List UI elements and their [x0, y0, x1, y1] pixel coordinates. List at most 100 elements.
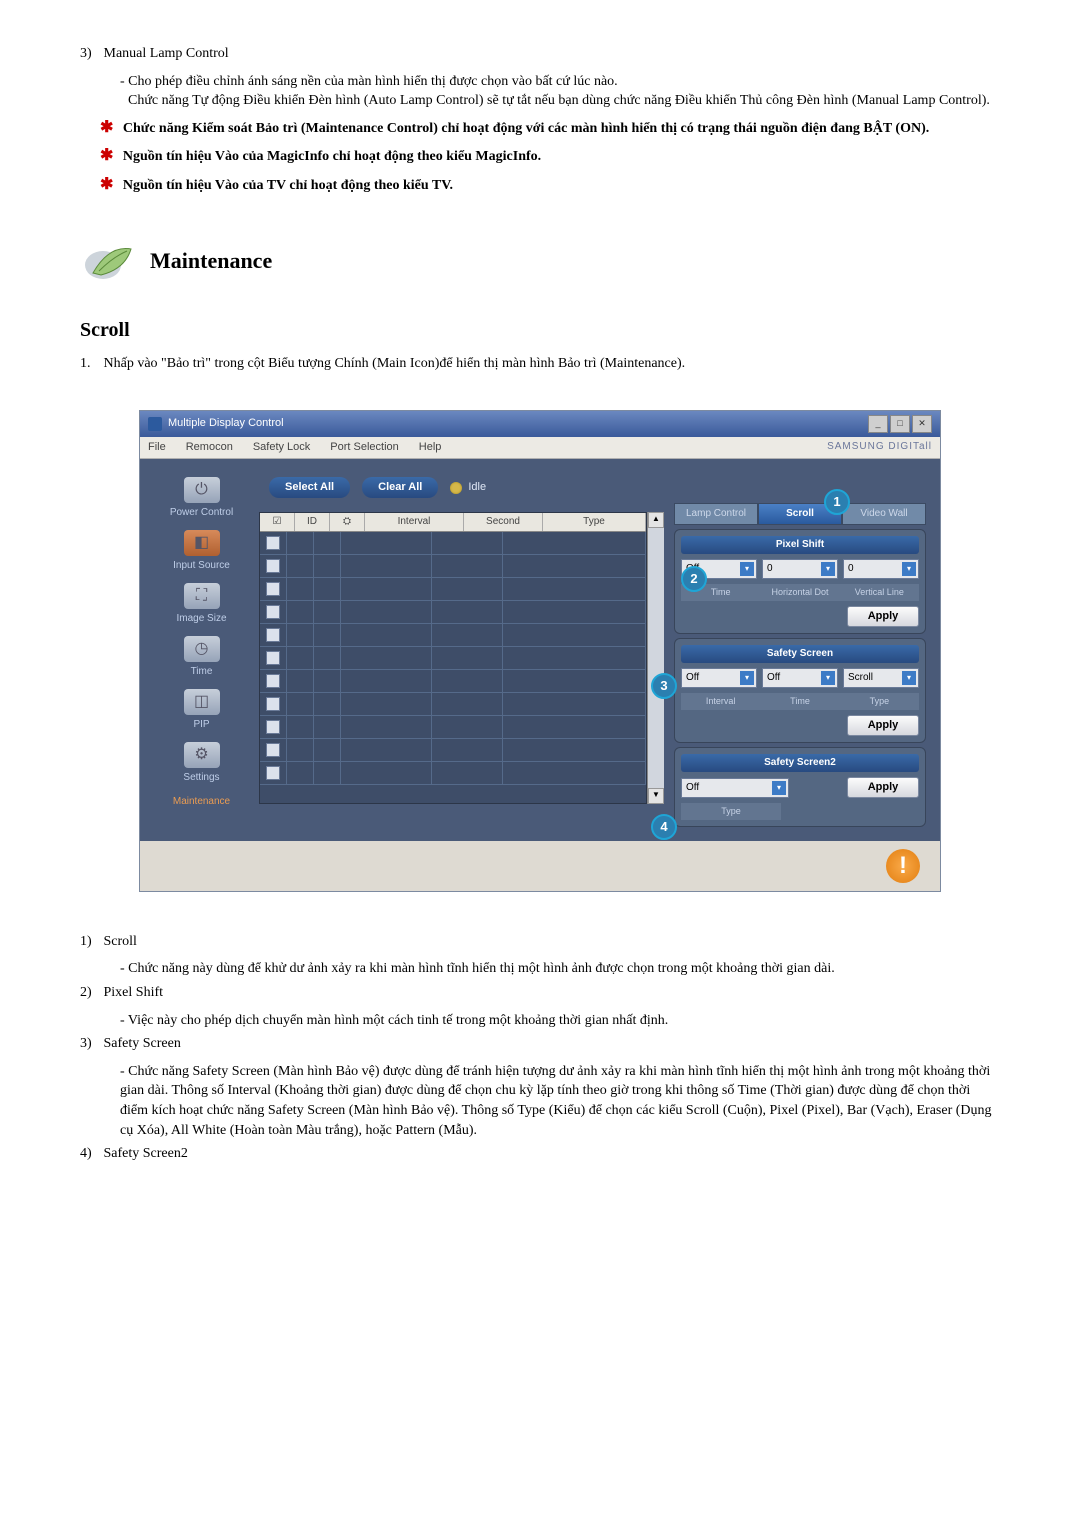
- label-vertical-line: Vertical Line: [840, 584, 919, 601]
- row-checkbox[interactable]: [266, 766, 280, 780]
- sidebar-label: PIP: [193, 718, 209, 732]
- b3-label: Safety Screen: [104, 1034, 181, 1054]
- menu-help[interactable]: Help: [419, 440, 442, 455]
- list-item-3: 3) Manual Lamp Control: [80, 44, 1000, 64]
- menu-port-selection[interactable]: Port Selection: [330, 440, 398, 455]
- row-checkbox[interactable]: [266, 559, 280, 573]
- sidebar-item-maintenance[interactable]: Maintenance: [154, 791, 249, 813]
- star-note-2: ✱ Nguồn tín hiệu Vào của MagicInfo chỉ h…: [100, 145, 1000, 167]
- table-row[interactable]: [260, 739, 646, 762]
- label-type: Type: [681, 803, 781, 820]
- row-checkbox[interactable]: [266, 582, 280, 596]
- clear-all-button[interactable]: Clear All: [362, 477, 438, 498]
- b2-sub: - Việc này cho phép dịch chuyển màn hình…: [120, 1011, 1000, 1031]
- col-type: Type: [543, 513, 646, 531]
- pixel-shift-vert-dropdown[interactable]: 0▾: [843, 559, 919, 579]
- section-header: Maintenance: [80, 236, 1000, 286]
- row-checkbox[interactable]: [266, 651, 280, 665]
- row-checkbox[interactable]: [266, 697, 280, 711]
- bottom-item-2: 2) Pixel Shift: [80, 983, 1000, 1003]
- ss-interval-dropdown[interactable]: Off▾: [681, 668, 757, 688]
- b1-sub: - Chức năng này dùng để khử dư ảnh xảy r…: [120, 959, 1000, 979]
- item3-sub1: - Cho phép điều chỉnh ánh sáng nền của m…: [120, 72, 1000, 92]
- bottom-item-1: 1) Scroll: [80, 932, 1000, 952]
- pixel-shift-horiz-dropdown[interactable]: 0▾: [762, 559, 838, 579]
- col-interval: Interval: [365, 513, 464, 531]
- safety-screen-title: Safety Screen: [681, 645, 919, 663]
- col-lamp: ⛭: [330, 513, 365, 531]
- minimize-button[interactable]: _: [868, 415, 888, 433]
- pixel-shift-apply-button[interactable]: Apply: [847, 606, 919, 627]
- table-row[interactable]: [260, 670, 646, 693]
- window-title: Multiple Display Control: [168, 416, 284, 431]
- table-row[interactable]: [260, 555, 646, 578]
- sidebar-item-image-size[interactable]: ⛶ Image Size: [154, 579, 249, 630]
- table-row[interactable]: [260, 647, 646, 670]
- safety-screen-apply-button[interactable]: Apply: [847, 715, 919, 736]
- idle-indicator: Idle: [450, 480, 486, 495]
- row-checkbox[interactable]: [266, 628, 280, 642]
- select-all-button[interactable]: Select All: [269, 477, 350, 498]
- chevron-down-icon: ▾: [772, 781, 786, 795]
- pip-icon: ◫: [184, 689, 220, 715]
- star3-text: Nguồn tín hiệu Vào của TV chỉ hoạt động …: [123, 178, 453, 193]
- instruction-1: 1. Nhấp vào "Bảo trì" trong cột Biểu tượ…: [80, 354, 1000, 374]
- col-checkbox[interactable]: ☑: [260, 513, 295, 531]
- chevron-down-icon: ▾: [821, 562, 835, 576]
- vertical-scrollbar[interactable]: ▲ ▼: [647, 512, 664, 804]
- row-checkbox[interactable]: [266, 536, 280, 550]
- tab-lamp-control[interactable]: Lamp Control: [674, 503, 758, 525]
- label-type: Type: [840, 693, 919, 710]
- pixel-shift-title: Pixel Shift: [681, 536, 919, 554]
- table-row[interactable]: [260, 532, 646, 555]
- item3-num: 3): [80, 44, 100, 64]
- maximize-button[interactable]: □: [890, 415, 910, 433]
- close-button[interactable]: ✕: [912, 415, 932, 433]
- sidebar-label: Time: [191, 665, 213, 679]
- table-row[interactable]: [260, 693, 646, 716]
- b4-num: 4): [80, 1144, 100, 1164]
- row-checkbox[interactable]: [266, 605, 280, 619]
- ss2-type-dropdown[interactable]: Off▾: [681, 778, 789, 798]
- star-note-1: ✱ Chức năng Kiểm soát Bảo trì (Maintenan…: [100, 117, 1000, 139]
- star-icon: ✱: [100, 119, 113, 136]
- tabs: Lamp Control Scroll Video Wall: [674, 503, 926, 525]
- sidebar-item-input[interactable]: ◧ Input Source: [154, 526, 249, 577]
- row-checkbox[interactable]: [266, 743, 280, 757]
- table-row[interactable]: [260, 578, 646, 601]
- settings-icon: ⚙: [184, 742, 220, 768]
- chevron-down-icon: ▾: [740, 671, 754, 685]
- callout-1: 1: [824, 489, 850, 515]
- chevron-down-icon: ▾: [902, 671, 916, 685]
- samsung-logo: SAMSUNG DIGITall: [827, 440, 932, 454]
- section-title: Maintenance: [150, 246, 272, 277]
- scroll-down-icon[interactable]: ▼: [648, 788, 664, 804]
- sidebar-item-time[interactable]: ◷ Time: [154, 632, 249, 683]
- menu-remocon[interactable]: Remocon: [186, 440, 233, 455]
- row-checkbox[interactable]: [266, 720, 280, 734]
- item3-label: Manual Lamp Control: [104, 44, 229, 64]
- b1-label: Scroll: [104, 932, 137, 952]
- scroll-up-icon[interactable]: ▲: [648, 512, 664, 528]
- safety-screen2-title: Safety Screen2: [681, 754, 919, 772]
- menu-file[interactable]: File: [148, 440, 166, 455]
- ss-time-dropdown[interactable]: Off▾: [762, 668, 838, 688]
- table-row[interactable]: [260, 762, 646, 785]
- input-icon: ◧: [184, 530, 220, 556]
- tab-video-wall[interactable]: Video Wall: [842, 503, 926, 525]
- callout-4: 4: [651, 814, 677, 840]
- safety-screen2-apply-button[interactable]: Apply: [847, 777, 919, 798]
- center-column: Select All Clear All Idle ☑ ID ⛭ Interva…: [259, 473, 664, 827]
- sidebar-label: Power Control: [170, 506, 233, 520]
- table-row[interactable]: [260, 624, 646, 647]
- subsection-title: Scroll: [80, 316, 1000, 344]
- sidebar-item-settings[interactable]: ⚙ Settings: [154, 738, 249, 789]
- sidebar-item-power[interactable]: ⏻ Power Control: [154, 473, 249, 524]
- row-checkbox[interactable]: [266, 674, 280, 688]
- app-icon: [148, 417, 162, 431]
- table-row[interactable]: [260, 601, 646, 624]
- sidebar-item-pip[interactable]: ◫ PIP: [154, 685, 249, 736]
- menu-safety-lock[interactable]: Safety Lock: [253, 440, 310, 455]
- table-row[interactable]: [260, 716, 646, 739]
- ss-type-dropdown[interactable]: Scroll▾: [843, 668, 919, 688]
